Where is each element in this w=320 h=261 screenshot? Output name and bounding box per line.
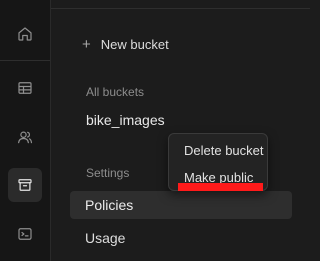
- new-bucket-label: New bucket: [100, 36, 169, 52]
- home-icon[interactable]: [8, 17, 42, 51]
- new-bucket-button[interactable]: + New bucket: [82, 34, 169, 54]
- settings-heading: Settings: [86, 166, 130, 180]
- nav-item-usage[interactable]: Usage: [70, 224, 292, 252]
- storage-icon[interactable]: [8, 168, 42, 202]
- nav-item-label: Usage: [85, 230, 126, 246]
- header-divider: [51, 8, 310, 9]
- terminal-icon[interactable]: [8, 217, 42, 251]
- users-icon[interactable]: [8, 120, 42, 154]
- bucket-item-bike-images[interactable]: bike_images: [86, 112, 165, 128]
- table-icon[interactable]: [8, 71, 42, 105]
- menu-item-delete-bucket[interactable]: Delete bucket: [184, 143, 264, 158]
- nav-item-policies[interactable]: Policies: [70, 191, 292, 219]
- nav-item-label: Policies: [85, 197, 134, 213]
- red-highlight-underline: [178, 183, 263, 191]
- plus-icon: +: [82, 35, 91, 53]
- sidebar-divider: [0, 60, 50, 61]
- icon-sidebar: [0, 0, 51, 261]
- all-buckets-heading: All buckets: [86, 85, 145, 99]
